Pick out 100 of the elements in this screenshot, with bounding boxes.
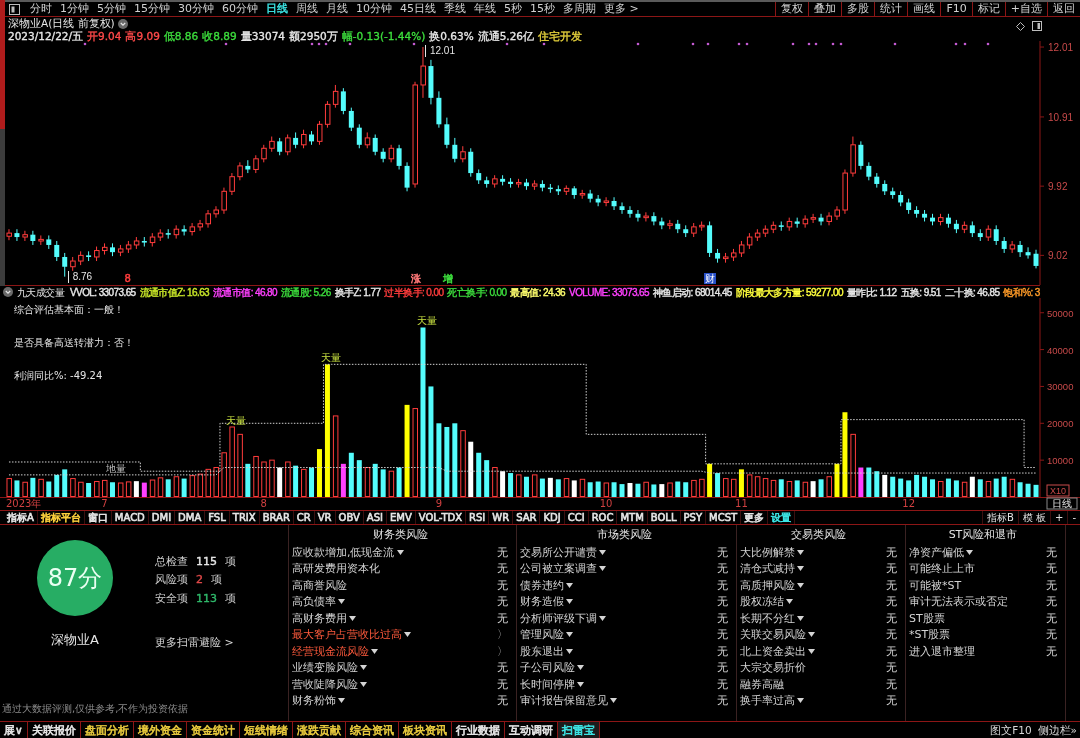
indicator-tab[interactable]: CR bbox=[293, 511, 315, 524]
indicator-tab[interactable]: RSI bbox=[466, 511, 490, 524]
indicator-tab[interactable]: BOLL bbox=[647, 511, 681, 524]
caret-down-icon[interactable] bbox=[404, 632, 411, 638]
indicator-tab[interactable]: WR bbox=[489, 511, 514, 524]
status-tab[interactable]: 涨跌贡献 bbox=[292, 722, 346, 738]
risk-item-label[interactable]: 高财务费用 bbox=[292, 610, 347, 626]
indicator-tab[interactable]: VR bbox=[314, 511, 336, 524]
toolbar-button[interactable]: 标记 bbox=[971, 2, 1005, 16]
more-scan-link[interactable]: 更多扫雷避险 > bbox=[155, 634, 236, 650]
indicator-tab[interactable]: PSY bbox=[680, 511, 706, 524]
period-tab[interactable]: 10分钟 bbox=[352, 2, 396, 16]
indicator-tab[interactable]: KDJ bbox=[540, 511, 565, 524]
period-tab[interactable]: 15秒 bbox=[526, 2, 559, 16]
status-tab[interactable]: 互动调研 bbox=[504, 722, 558, 738]
risk-item-label[interactable]: 公司被立案调查 bbox=[520, 561, 597, 577]
risk-item-label[interactable]: 分析师评级下调 bbox=[520, 610, 597, 626]
indicator-tab[interactable]: MACD bbox=[111, 511, 149, 524]
period-tab[interactable]: 60分钟 bbox=[218, 2, 262, 16]
caret-down-icon[interactable] bbox=[360, 681, 367, 687]
risk-item-label[interactable]: 业绩变脸风险 bbox=[292, 660, 358, 676]
risk-item-label[interactable]: 关联交易风险 bbox=[740, 627, 806, 643]
caret-down-icon[interactable] bbox=[797, 549, 804, 555]
status-tab[interactable]: 短线情绪 bbox=[239, 722, 293, 738]
toolbar-button[interactable]: 多股 bbox=[841, 2, 875, 16]
period-tab[interactable]: 5分钟 bbox=[93, 2, 130, 16]
risk-item-label[interactable]: 可能终止上市 bbox=[909, 561, 975, 577]
indicator-tab[interactable]: TRIX bbox=[229, 511, 260, 524]
indicator-tab[interactable]: BRAR bbox=[259, 511, 294, 524]
caret-down-icon[interactable] bbox=[338, 698, 345, 704]
indicator-tab[interactable]: 设置 bbox=[768, 511, 796, 524]
risk-item-label[interactable]: 融券高融 bbox=[740, 676, 784, 692]
indicator-tab[interactable]: MCST bbox=[706, 511, 742, 524]
period-tab[interactable]: 月线 bbox=[322, 2, 352, 16]
risk-item-label[interactable]: 子公司风险 bbox=[520, 660, 575, 676]
period-tab[interactable]: 30分钟 bbox=[174, 2, 218, 16]
risk-item-label[interactable]: 审计无法表示或否定 bbox=[909, 594, 1008, 610]
risk-item-label[interactable]: 最大客户占营收比过高 bbox=[292, 627, 402, 643]
indicator-tool-button[interactable]: 模 板 bbox=[1017, 511, 1050, 524]
period-tab[interactable]: 15分钟 bbox=[130, 2, 174, 16]
caret-down-icon[interactable] bbox=[610, 698, 617, 704]
risk-item-label[interactable]: 换手率过高 bbox=[740, 693, 795, 709]
risk-item-label[interactable]: 经营现金流风险 bbox=[292, 643, 369, 659]
risk-item-label[interactable]: 净资产偏低 bbox=[909, 544, 964, 560]
chevron-down-circle-icon[interactable] bbox=[3, 287, 13, 297]
risk-item-label[interactable]: 高研发费用资本化 bbox=[292, 561, 380, 577]
risk-item-label[interactable]: 高质押风险 bbox=[740, 577, 795, 593]
chevron-down-circle-icon[interactable] bbox=[117, 18, 128, 29]
risk-item-label[interactable]: 大宗交易折价 bbox=[740, 660, 806, 676]
status-tab[interactable]: 板块资讯 bbox=[398, 722, 452, 738]
risk-item-label[interactable]: 高负债率 bbox=[292, 594, 336, 610]
toolbar-button[interactable]: 叠加 bbox=[808, 2, 842, 16]
indicator-tab[interactable]: ROC bbox=[588, 511, 618, 524]
status-tab[interactable]: 资金统计 bbox=[186, 722, 240, 738]
caret-down-icon[interactable] bbox=[966, 549, 973, 555]
indicator-tool-button[interactable]: + bbox=[1050, 511, 1068, 524]
risk-item-label[interactable]: *ST股票 bbox=[909, 627, 951, 643]
risk-item-label[interactable]: 交易所公开谴责 bbox=[520, 544, 597, 560]
toolbar-button[interactable]: 统计 bbox=[874, 2, 908, 16]
period-tab[interactable]: 5秒 bbox=[500, 2, 526, 16]
caret-down-icon[interactable] bbox=[599, 566, 606, 572]
caret-down-icon[interactable] bbox=[396, 549, 404, 555]
indicator-tab[interactable]: FSL bbox=[205, 511, 230, 524]
caret-down-icon[interactable] bbox=[599, 615, 606, 621]
risk-item-label[interactable]: 财务造假 bbox=[520, 594, 564, 610]
indicator-tab[interactable]: 更多 bbox=[741, 511, 769, 524]
indicator-tab[interactable]: DMI bbox=[148, 511, 176, 524]
toolbar-button[interactable]: 复权 bbox=[775, 2, 809, 16]
caret-down-icon[interactable] bbox=[808, 632, 815, 638]
caret-down-icon[interactable] bbox=[371, 648, 378, 654]
window-frame-icon[interactable] bbox=[9, 3, 20, 15]
risk-item-label[interactable]: 审计报告保留意见 bbox=[520, 693, 608, 709]
status-tab[interactable]: 综合资讯 bbox=[345, 722, 399, 738]
caret-down-icon[interactable] bbox=[797, 566, 804, 572]
status-tab[interactable]: 扫雷宝 bbox=[557, 722, 600, 738]
caret-down-icon[interactable] bbox=[808, 648, 815, 654]
indicator-tab[interactable]: MTM bbox=[617, 511, 648, 524]
caret-down-icon[interactable] bbox=[360, 665, 367, 671]
toolbar-button[interactable]: F10 bbox=[940, 2, 972, 16]
risk-item-label[interactable]: 长时间停牌 bbox=[520, 676, 575, 692]
caret-down-icon[interactable] bbox=[338, 599, 345, 605]
indicator-tool-button[interactable]: - bbox=[1067, 511, 1080, 524]
indicator-tab[interactable]: OBV bbox=[335, 511, 364, 524]
status-tab[interactable]: 展∨ bbox=[0, 722, 28, 738]
caret-down-icon[interactable] bbox=[797, 698, 804, 704]
risk-item-label[interactable]: 进入退市整理 bbox=[909, 643, 975, 659]
diamond-icon[interactable] bbox=[1016, 21, 1025, 31]
period-tab[interactable]: 分时 bbox=[26, 2, 56, 16]
caret-down-icon[interactable] bbox=[797, 582, 804, 588]
caret-down-icon[interactable] bbox=[566, 632, 573, 638]
status-tab[interactable]: 行业数据 bbox=[451, 722, 505, 738]
risk-item-label[interactable]: 债券违约 bbox=[520, 577, 564, 593]
toolbar-button[interactable]: +自选 bbox=[1004, 2, 1047, 16]
period-tab[interactable]: 1分钟 bbox=[56, 2, 93, 16]
caret-down-icon[interactable] bbox=[599, 549, 606, 555]
caret-down-icon[interactable] bbox=[786, 599, 793, 605]
risk-item-label[interactable]: 高商誉风险 bbox=[292, 577, 347, 593]
status-tab[interactable]: 关联报价 bbox=[27, 722, 81, 738]
risk-item-label[interactable]: 股东退出 bbox=[520, 643, 564, 659]
indicator-tab[interactable]: 指标A bbox=[4, 511, 38, 524]
